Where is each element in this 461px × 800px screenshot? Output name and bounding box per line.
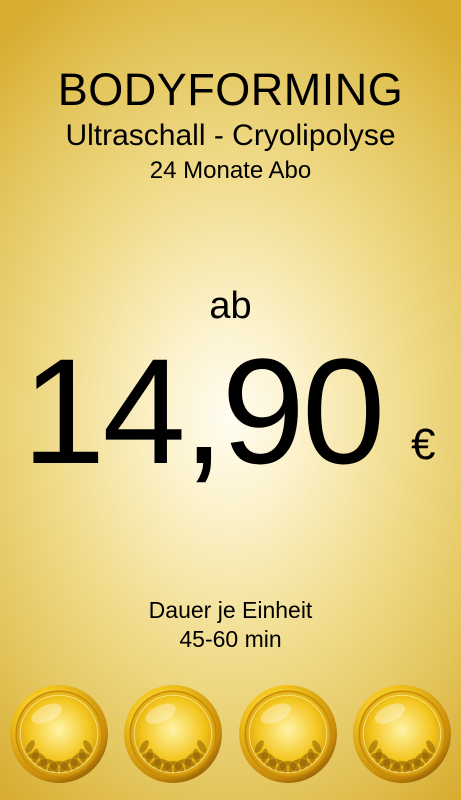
currency-symbol: € <box>411 420 436 469</box>
gold-laurel-medal-icon <box>237 683 339 785</box>
subscription-term: 24 Monate Abo <box>149 157 312 184</box>
page-title: BODYFORMING <box>57 64 404 115</box>
medal-row <box>0 680 461 800</box>
gold-laurel-medal-icon <box>122 683 224 785</box>
price-amount: 14,90 <box>22 327 385 495</box>
duration-value: 45-60 min <box>179 626 282 652</box>
treatment-subtitle: Ultraschall - Cryolipolyse <box>65 119 396 152</box>
gold-laurel-medal-icon <box>351 683 453 785</box>
price-prefix: ab <box>209 285 252 327</box>
gold-laurel-medal-icon <box>8 683 110 785</box>
duration-label: Dauer je Einheit <box>148 597 313 623</box>
